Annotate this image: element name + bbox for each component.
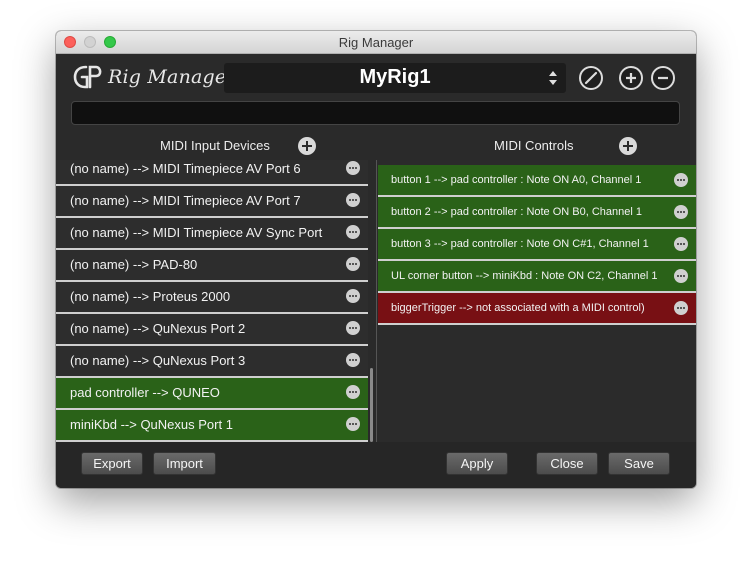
more-options-icon[interactable]: [346, 225, 360, 239]
minus-icon: [658, 76, 668, 80]
window-title: Rig Manager: [338, 35, 414, 50]
more-options-icon[interactable]: [346, 385, 360, 399]
device-row[interactable]: miniKbd --> QuNexus Port 1: [56, 410, 368, 442]
close-button[interactable]: Close: [536, 452, 598, 475]
more-options-icon[interactable]: [346, 161, 360, 175]
control-row[interactable]: button 3 --> pad controller : Note ON C#…: [378, 229, 696, 261]
control-row[interactable]: biggerTrigger --> not associated with a …: [378, 293, 696, 325]
more-options-icon[interactable]: [346, 353, 360, 367]
apply-button[interactable]: Apply: [446, 452, 508, 475]
header: Rig Manager MyRig1: [56, 54, 696, 104]
rig-name: MyRig1: [359, 66, 431, 88]
rig-selector[interactable]: MyRig1: [224, 63, 566, 93]
device-list-scroll-thumb[interactable]: [370, 368, 373, 442]
device-label: (no name) --> MIDI Timepiece AV Sync Por…: [70, 225, 323, 240]
midi-controls-list: button 1 --> pad controller : Note ON A0…: [376, 160, 696, 442]
device-row[interactable]: (no name) --> MIDI Timepiece AV Port 7: [56, 186, 368, 218]
device-row[interactable]: (no name) --> QuNexus Port 2: [56, 314, 368, 346]
control-label: button 3 --> pad controller : Note ON C#…: [391, 238, 649, 250]
midi-controls-title: MIDI Controls: [494, 138, 574, 153]
more-options-icon[interactable]: [674, 301, 688, 315]
import-button[interactable]: Import: [153, 452, 216, 475]
edit-icon: [584, 71, 598, 85]
device-label: miniKbd --> QuNexus Port 1: [70, 417, 233, 432]
add-rig-button[interactable]: [619, 66, 643, 90]
rig-manager-window: Rig Manager Rig Manager MyRig1 MIDI Inpu…: [56, 31, 696, 488]
device-row[interactable]: (no name) --> QuNexus Port 3: [56, 346, 368, 378]
plus-icon: [626, 73, 636, 83]
add-control-button[interactable]: [619, 137, 637, 155]
edit-rig-button[interactable]: [579, 66, 603, 90]
device-row[interactable]: (no name) --> Proteus 2000: [56, 282, 368, 314]
save-button[interactable]: Save: [608, 452, 670, 475]
device-label: (no name) --> MIDI Timepiece AV Port 7: [70, 193, 301, 208]
more-options-icon[interactable]: [346, 193, 360, 207]
more-options-icon[interactable]: [674, 269, 688, 283]
control-label: button 2 --> pad controller : Note ON B0…: [391, 206, 643, 218]
control-row[interactable]: button 2 --> pad controller : Note ON B0…: [378, 197, 696, 229]
up-down-arrows-icon: [549, 71, 557, 85]
control-label: UL corner button --> miniKbd : Note ON C…: [391, 270, 658, 282]
more-options-icon[interactable]: [346, 417, 360, 431]
add-device-button[interactable]: [298, 137, 316, 155]
more-options-icon[interactable]: [346, 321, 360, 335]
title-bar: Rig Manager: [56, 31, 696, 54]
control-label: button 1 --> pad controller : Note ON A0…: [391, 174, 642, 186]
device-label: (no name) --> Proteus 2000: [70, 289, 231, 304]
device-row[interactable]: pad controller --> QUNEO: [56, 378, 368, 410]
control-row[interactable]: UL corner button --> miniKbd : Note ON C…: [378, 261, 696, 293]
footer-bar: Export Import Apply Close Save: [56, 442, 696, 488]
control-row[interactable]: button 1 --> pad controller : Note ON A0…: [378, 165, 696, 197]
device-label: (no name) --> PAD-80: [70, 257, 198, 272]
export-button[interactable]: Export: [81, 452, 143, 475]
device-row[interactable]: (no name) --> MIDI Timepiece AV Port 6: [56, 160, 368, 186]
midi-input-devices-title: MIDI Input Devices: [160, 138, 270, 153]
device-label: (no name) --> QuNexus Port 2: [70, 321, 246, 336]
status-bar: [71, 101, 680, 125]
more-options-icon[interactable]: [674, 205, 688, 219]
remove-rig-button[interactable]: [651, 66, 675, 90]
more-options-icon[interactable]: [346, 257, 360, 271]
device-row[interactable]: (no name) --> MIDI Timepiece AV Sync Por…: [56, 218, 368, 250]
midi-devices-list: (no name) --> MIDI Timepiece AV Port 6 (…: [56, 160, 376, 442]
more-options-icon[interactable]: [674, 237, 688, 251]
device-label: pad controller --> QUNEO: [70, 385, 220, 400]
more-options-icon[interactable]: [674, 173, 688, 187]
device-row[interactable]: (no name) --> PAD-80: [56, 250, 368, 282]
more-options-icon[interactable]: [346, 289, 360, 303]
device-label: (no name) --> QuNexus Port 3: [70, 353, 246, 368]
logo-text: Rig Manager: [108, 66, 236, 88]
control-label: biggerTrigger --> not associated with a …: [391, 302, 645, 314]
device-label: (no name) --> MIDI Timepiece AV Port 6: [70, 161, 301, 176]
app-logo-icon: [73, 65, 102, 89]
